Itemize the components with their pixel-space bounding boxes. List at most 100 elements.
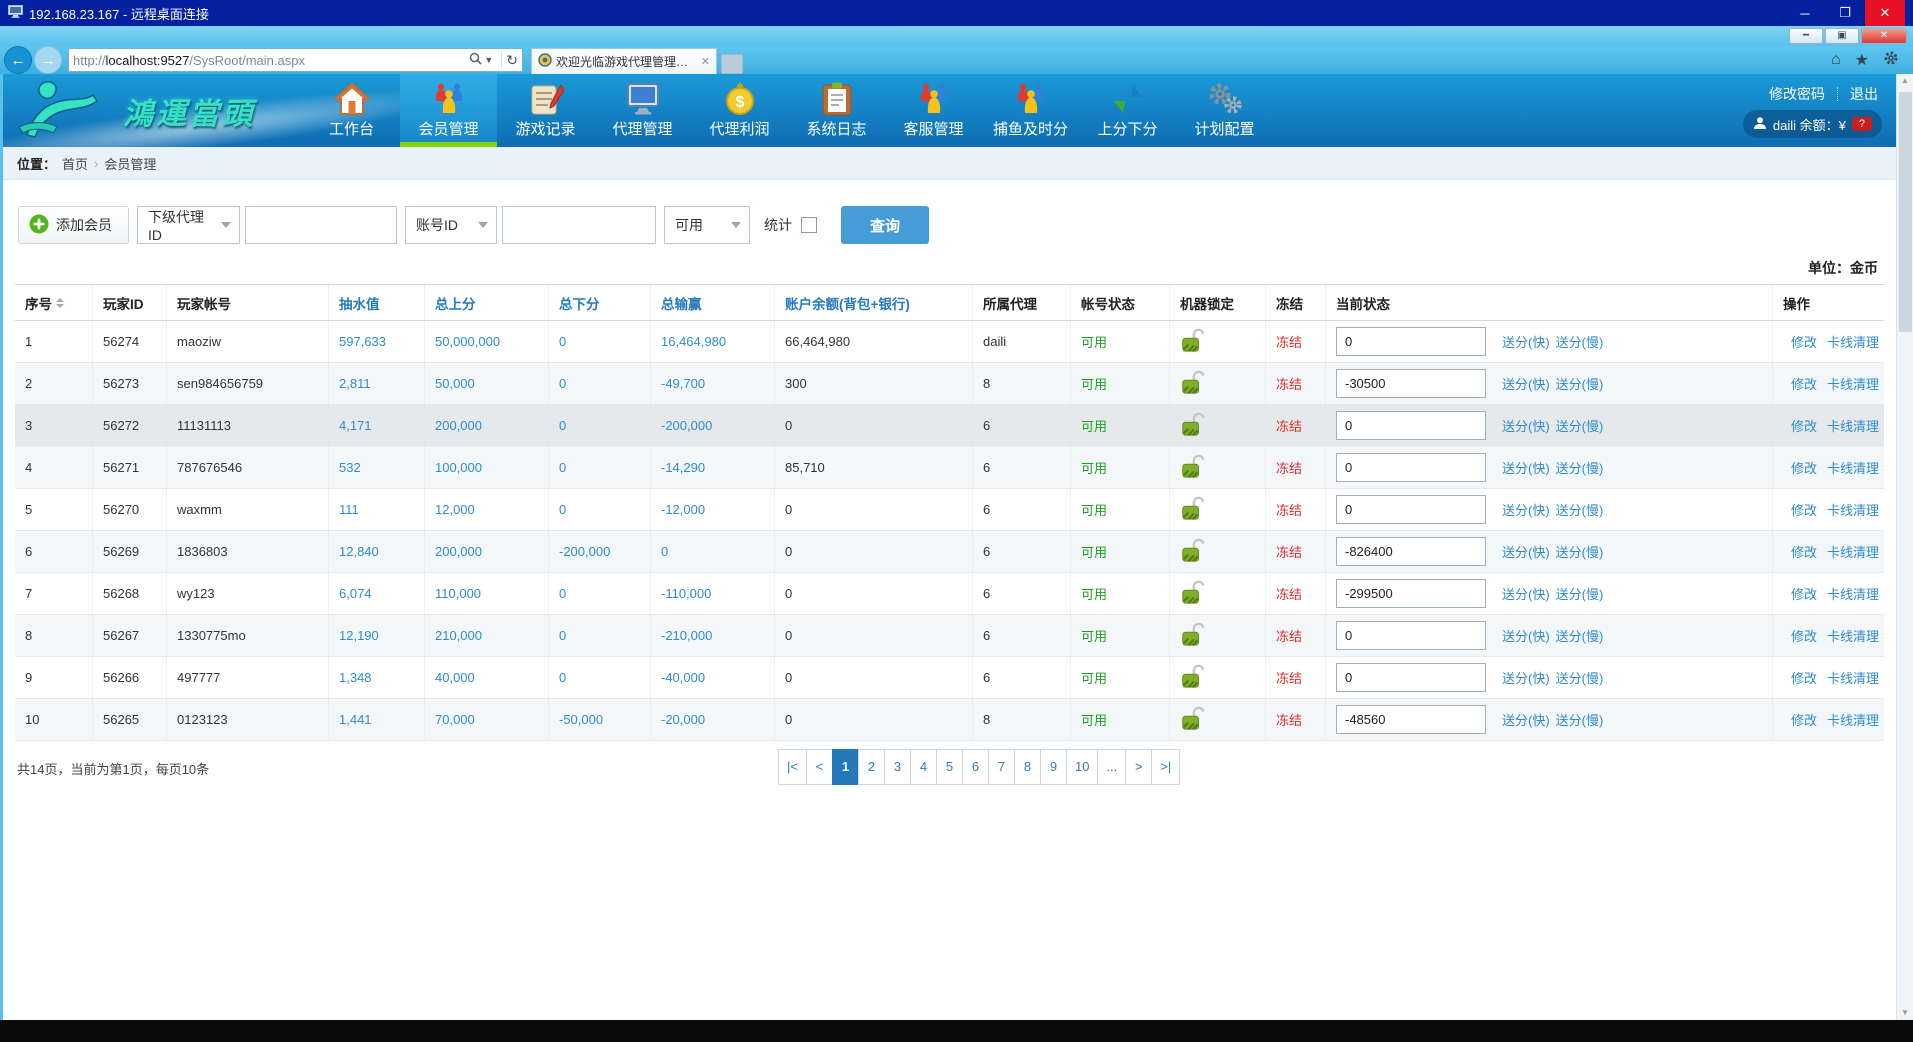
total-up-link[interactable]: 200,000 [435, 418, 482, 433]
current-status-input[interactable] [1336, 579, 1486, 608]
clear-line-link[interactable]: 卡线清理 [1827, 500, 1879, 519]
clear-line-link[interactable]: 卡线清理 [1827, 542, 1879, 561]
total-winloss-link[interactable]: -110,000 [661, 586, 711, 601]
clear-line-link[interactable]: 卡线清理 [1827, 668, 1879, 687]
send-slow-link[interactable]: 送分(慢) [1556, 587, 1604, 602]
current-status-input[interactable] [1336, 621, 1486, 650]
send-slow-link[interactable]: 送分(慢) [1556, 419, 1604, 434]
pump-value-link[interactable]: 1,348 [339, 670, 372, 685]
ie-close-button[interactable]: ✕ [1861, 28, 1907, 44]
total-down-link[interactable]: 0 [559, 418, 566, 433]
edit-link[interactable]: 修改 [1791, 668, 1817, 687]
page-button[interactable]: 8 [1014, 749, 1041, 785]
favorites-star-icon[interactable]: ★ [1855, 50, 1869, 70]
clear-line-link[interactable]: 卡线清理 [1827, 458, 1879, 477]
total-winloss-link[interactable]: 0 [661, 544, 668, 559]
nav-item-logs[interactable]: 系统日志 [788, 74, 885, 147]
total-up-link[interactable]: 50,000,000 [435, 334, 500, 349]
rdp-minimize-button[interactable]: ─ [1785, 0, 1825, 26]
current-status-input[interactable] [1336, 453, 1486, 482]
edit-link[interactable]: 修改 [1791, 458, 1817, 477]
column-header[interactable]: 总下分 [549, 285, 651, 320]
total-down-link[interactable]: 0 [559, 628, 566, 643]
send-fast-link[interactable]: 送分(快) [1502, 461, 1550, 476]
page-button[interactable]: 7 [988, 749, 1015, 785]
page-button[interactable]: 3 [884, 749, 911, 785]
freeze-link[interactable]: 冻结 [1276, 626, 1302, 645]
freeze-link[interactable]: 冻结 [1276, 542, 1302, 561]
nav-item-members[interactable]: 会员管理 [400, 74, 497, 147]
total-winloss-link[interactable]: -14,290 [661, 460, 705, 475]
page-button[interactable]: > [1125, 749, 1152, 785]
current-status-input[interactable] [1336, 369, 1486, 398]
current-status-input[interactable] [1336, 411, 1486, 440]
total-down-link[interactable]: 0 [559, 334, 566, 349]
page-button[interactable]: 6 [962, 749, 989, 785]
freeze-link[interactable]: 冻结 [1276, 668, 1302, 687]
scroll-down-icon[interactable]: ▼ [1901, 1006, 1909, 1020]
logout-link[interactable]: 退出 [1850, 84, 1878, 104]
edit-link[interactable]: 修改 [1791, 584, 1817, 603]
sort-icon[interactable] [56, 298, 64, 308]
lock-open-icon[interactable] [1180, 411, 1204, 441]
current-status-input[interactable] [1336, 663, 1486, 692]
send-fast-link[interactable]: 送分(快) [1502, 419, 1550, 434]
current-status-input[interactable] [1336, 537, 1486, 566]
page-button[interactable]: 4 [910, 749, 937, 785]
lock-open-icon[interactable] [1180, 705, 1204, 735]
pump-value-link[interactable]: 597,633 [339, 334, 386, 349]
total-down-link[interactable]: -50,000 [559, 712, 603, 727]
pump-value-link[interactable]: 532 [339, 460, 361, 475]
status-select[interactable]: 可用 [664, 206, 750, 244]
page-button[interactable]: 1 [832, 749, 859, 785]
address-dropdown-caret-icon[interactable]: ▼ [484, 55, 493, 65]
edit-link[interactable]: 修改 [1791, 542, 1817, 561]
page-button[interactable]: 9 [1040, 749, 1067, 785]
lock-open-icon[interactable] [1180, 663, 1204, 693]
total-up-link[interactable]: 50,000 [435, 376, 475, 391]
settings-gear-icon[interactable] [1883, 50, 1899, 71]
total-winloss-link[interactable]: -20,000 [661, 712, 705, 727]
send-slow-link[interactable]: 送分(慢) [1556, 629, 1604, 644]
total-up-link[interactable]: 70,000 [435, 712, 475, 727]
send-slow-link[interactable]: 送分(慢) [1556, 377, 1604, 392]
total-up-link[interactable]: 40,000 [435, 670, 475, 685]
rdp-maximize-button[interactable]: ❐ [1825, 0, 1865, 26]
clear-line-link[interactable]: 卡线清理 [1827, 710, 1879, 729]
clear-line-link[interactable]: 卡线清理 [1827, 626, 1879, 645]
ie-maximize-button[interactable]: ▣ [1825, 28, 1859, 44]
account-id-select[interactable]: 账号ID [405, 206, 497, 244]
pump-value-link[interactable]: 12,840 [339, 544, 379, 559]
home-icon[interactable]: ⌂ [1831, 51, 1841, 69]
refresh-icon[interactable]: ↻ [506, 52, 518, 69]
current-status-input[interactable] [1336, 327, 1486, 356]
pump-value-link[interactable]: 111 [339, 502, 359, 517]
agent-id-select[interactable]: 下级代理ID [137, 206, 240, 244]
page-button[interactable]: ... [1097, 749, 1126, 785]
nav-item-updown[interactable]: 上分下分 [1079, 74, 1176, 147]
column-header[interactable]: 抽水值 [329, 285, 425, 320]
edit-link[interactable]: 修改 [1791, 416, 1817, 435]
lock-open-icon[interactable] [1180, 453, 1204, 483]
edit-link[interactable]: 修改 [1791, 710, 1817, 729]
pump-value-link[interactable]: 1,441 [339, 712, 372, 727]
freeze-link[interactable]: 冻结 [1276, 332, 1302, 351]
send-slow-link[interactable]: 送分(慢) [1556, 713, 1604, 728]
total-down-link[interactable]: 0 [559, 460, 566, 475]
page-button[interactable]: >| [1151, 749, 1180, 785]
freeze-link[interactable]: 冻结 [1276, 500, 1302, 519]
total-up-link[interactable]: 100,000 [435, 460, 482, 475]
freeze-link[interactable]: 冻结 [1276, 374, 1302, 393]
nav-item-agents[interactable]: 代理管理 [594, 74, 691, 147]
total-winloss-link[interactable]: -40,000 [661, 670, 705, 685]
tab-close-icon[interactable]: ✕ [701, 55, 710, 68]
pump-value-link[interactable]: 2,811 [339, 376, 371, 391]
edit-link[interactable]: 修改 [1791, 374, 1817, 393]
breadcrumb-home-link[interactable]: 首页 [62, 154, 88, 173]
pump-value-link[interactable]: 12,190 [339, 628, 379, 643]
clear-line-link[interactable]: 卡线清理 [1827, 332, 1879, 351]
total-up-link[interactable]: 200,000 [435, 544, 482, 559]
send-fast-link[interactable]: 送分(快) [1502, 545, 1550, 560]
total-down-link[interactable]: -200,000 [559, 544, 610, 559]
search-button[interactable]: 查询 [841, 206, 929, 244]
